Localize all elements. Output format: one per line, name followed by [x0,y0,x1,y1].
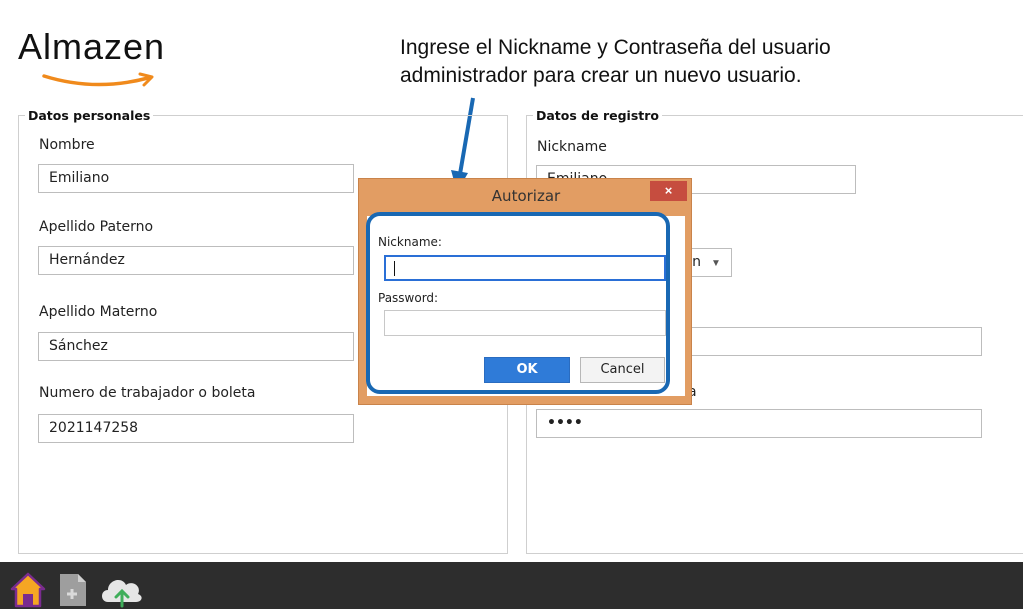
annotation-line-1: Ingrese el Nickname y Contraseña del usu… [400,36,831,59]
registro-password-field[interactable]: •••• [536,409,982,438]
logo-text: Almazen [18,26,166,67]
home-icon[interactable] [10,572,46,608]
annotation-line-2: administrador para crear un nuevo usuari… [400,64,802,87]
dialog-title: Autorizar [491,187,561,205]
apellido-paterno-field[interactable]: Hernández [38,246,354,275]
new-document-icon[interactable] [58,572,88,608]
numero-trabajador-label: Numero de trabajador o boleta [39,385,256,401]
chevron-down-icon[interactable]: ▼ [711,258,721,269]
nombre-label: Nombre [39,137,95,153]
close-button[interactable]: × [650,181,687,201]
registro-nickname-label: Nickname [537,139,607,155]
apellido-materno-field[interactable]: Sánchez [38,332,354,361]
apellido-materno-label: Apellido Materno [39,304,158,320]
datos-registro-legend: Datos de registro [536,108,659,123]
taskbar [0,562,1023,609]
apellido-paterno-label: Apellido Paterno [39,219,154,235]
nombre-field[interactable]: Emiliano [38,164,354,193]
cloud-upload-icon[interactable] [98,572,144,608]
instruction-annotation: Ingrese el Nickname y Contraseña del usu… [400,34,1000,90]
numero-trabajador-field[interactable]: 2021147258 [38,414,354,443]
almazen-logo: Almazen [18,26,208,96]
logo-smile-arrow [42,72,154,87]
annotation-highlight [366,212,670,394]
datos-personales-legend: Datos personales [28,108,151,123]
